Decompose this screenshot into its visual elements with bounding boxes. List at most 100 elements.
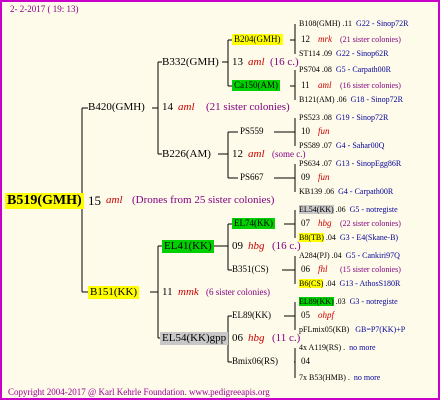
gen2-2-name[interactable]: EL41(KK): [162, 240, 214, 253]
gen2-1-name[interactable]: B226(AM): [162, 149, 211, 160]
gen2-1-mark: aml: [248, 148, 265, 160]
gen1-0-note: (21 sister colonies): [206, 101, 290, 113]
gen4-info: G18 - Sinop72R: [350, 95, 404, 104]
gen4-name: PS634: [299, 159, 320, 168]
gen3-6-mark: ohpf: [318, 310, 335, 320]
gen4-info: G5 - notregiste: [349, 205, 398, 214]
root-note: (Drones from 25 sister colonies): [132, 194, 275, 206]
gen1-0-name[interactable]: B420(GMH): [88, 102, 145, 113]
gen4-mid: .04: [331, 251, 342, 260]
gen2-3-note: (11 c.): [272, 332, 301, 344]
gen2-1-year: 12: [232, 148, 243, 160]
gen4-row[interactable]: A284(PJ) .04 G5 - Cankiri97Q: [299, 252, 400, 260]
gen4-row[interactable]: B8(TB) .04 G3 - E4(Skane-B): [299, 233, 399, 242]
root-bee[interactable]: B519(GMH): [5, 193, 84, 209]
gen4-info: G5 - Cankiri97Q: [345, 251, 400, 260]
gen4-mid: .11: [342, 19, 353, 28]
gen4-row[interactable]: EL89(KK) .03 G3 - notregiste: [299, 297, 398, 306]
gen4-name: EL89(KK): [299, 297, 334, 306]
gen4-mid: .06: [324, 187, 335, 196]
gen3-5-note: (15 sister colonies): [340, 265, 401, 274]
gen4-name: pFLmix05(KB): [299, 325, 350, 334]
gen3-4-name[interactable]: EL74(KK): [232, 218, 275, 229]
gen4-info: no more: [349, 343, 376, 352]
gen4-row[interactable]: EL54(KK) .06 G5 - notregiste: [299, 205, 398, 214]
gen4-mid: .07: [321, 141, 332, 150]
gen4-info: G22 - Sinop72R: [356, 19, 409, 28]
gen1-1-note: (6 sister colonies): [206, 287, 270, 297]
gen4-row[interactable]: B108(GMH) .11 G22 - Sinop72R: [299, 20, 409, 28]
gen2-0-note: (16 c.): [270, 56, 299, 68]
gen4-mid: .08: [321, 113, 332, 122]
gen3-7-name[interactable]: Bmix06(RS): [232, 357, 278, 366]
gen4-mid: .08: [321, 65, 332, 74]
gen4-info: G3 - E4(Skane-B): [339, 233, 399, 242]
gen3-4-note: (22 sister colonies): [340, 219, 401, 228]
gen1-1-mark: mmk: [178, 286, 199, 298]
gen3-0-note: (21 sister colonies): [340, 35, 401, 44]
gen4-mid: .07: [321, 159, 332, 168]
date-line: 2- 2-2017 ( 19: 13): [10, 4, 79, 14]
gen4-name: EL54(KK): [299, 205, 334, 214]
gen2-0-mark: aml: [248, 56, 265, 68]
gen4-row[interactable]: 7x B53(HMB). no more: [299, 374, 380, 382]
gen4-mid: .09: [322, 49, 333, 58]
gen2-0-name[interactable]: B332(GMH): [162, 57, 219, 68]
gen4-info: G3 - notregiste: [349, 297, 398, 306]
gen4-mid: .: [343, 343, 346, 352]
gen4-name: PS704: [299, 65, 320, 74]
pedigree-frame: 2- 2-2017 ( 19: 13) B519(GMH) 15 aml (Dr…: [0, 0, 440, 400]
footer-copyright: Copyright 2004-2017 @ Karl Kehrle Founda…: [8, 387, 270, 397]
gen3-0-name[interactable]: B204(GMH): [232, 34, 283, 45]
gen3-2-name[interactable]: PS559: [240, 127, 264, 136]
gen1-0-year: 14: [162, 101, 173, 113]
gen1-1-name[interactable]: B151(KK): [88, 286, 140, 299]
gen3-1-year: 11: [301, 80, 310, 90]
gen3-1-name[interactable]: Ca150(AM): [232, 80, 280, 91]
gen4-row[interactable]: B6(CS) .04 G13 - AthosS180R: [299, 279, 401, 288]
gen4-info: G13 - SinopEgg86R: [335, 159, 402, 168]
gen3-4-mark: hbg: [318, 218, 332, 228]
gen3-2-mark: fun: [318, 126, 330, 136]
gen3-6-year: 05: [301, 310, 310, 320]
gen4-mid: .06: [335, 205, 346, 214]
gen1-0-mark: aml: [178, 101, 195, 113]
root-mark: aml: [106, 194, 123, 206]
gen4-info: G19 - Sinop72R: [335, 113, 389, 122]
gen2-1-note: (some c.): [272, 149, 306, 159]
gen4-row[interactable]: ST114.09 G22 - Sinop62R: [299, 50, 389, 58]
gen4-mid: .04: [325, 279, 336, 288]
gen4-row[interactable]: pFLmix05(KB) GB=P7(KK)+P: [299, 326, 405, 334]
gen4-row[interactable]: PS589.07 G4 - Sahar00Q: [299, 142, 384, 150]
gen4-row[interactable]: PS523.08 G19 - Sinop72R: [299, 114, 388, 122]
gen4-info: G4 - Carpath00R: [338, 187, 394, 196]
gen4-mid: .03: [335, 297, 346, 306]
gen4-name: 4x A119(RS): [299, 343, 342, 352]
gen4-info: no more: [353, 373, 381, 382]
gen4-name: B108(GMH): [299, 19, 341, 28]
gen4-name: B8(TB): [299, 233, 324, 242]
gen4-row[interactable]: B121(AM) .06 G18 - Sinop72R: [299, 96, 403, 104]
gen4-row[interactable]: PS704.08 G5 - Carpath00R: [299, 66, 391, 74]
gen4-info: G5 - Carpath00R: [335, 65, 392, 74]
gen4-name: B121(AM): [299, 95, 335, 104]
gen3-6-name[interactable]: EL89(KK): [232, 311, 271, 320]
gen2-2-mark: hbg: [248, 240, 265, 252]
gen3-5-name[interactable]: B351(CS): [232, 265, 269, 274]
gen4-row[interactable]: KB139.06 G4 - Carpath00R: [299, 188, 393, 196]
gen4-info: G13 - AthosS180R: [339, 279, 401, 288]
gen3-1-mark: aml: [318, 80, 332, 90]
gen3-1-note: (16 sister colonies): [340, 81, 401, 90]
gen4-row[interactable]: PS634.07 G13 - SinopEgg86R: [299, 160, 401, 168]
gen3-3-name[interactable]: PS667: [240, 173, 264, 182]
gen2-0-year: 13: [232, 56, 243, 68]
gen3-3-mark: fun: [318, 172, 330, 182]
gen4-mid: .04: [325, 233, 336, 242]
gen4-row[interactable]: 4x A119(RS). no more: [299, 344, 376, 352]
gen4-info: G4 - Sahar00Q: [335, 141, 385, 150]
gen4-name: B6(CS): [299, 279, 324, 288]
gen3-5-year: 06: [301, 264, 310, 274]
gen4-name: KB139: [299, 187, 323, 196]
gen2-3-name[interactable]: EL54(KK)gpp: [160, 332, 229, 345]
gen2-2-note: (16 c.): [272, 240, 301, 252]
